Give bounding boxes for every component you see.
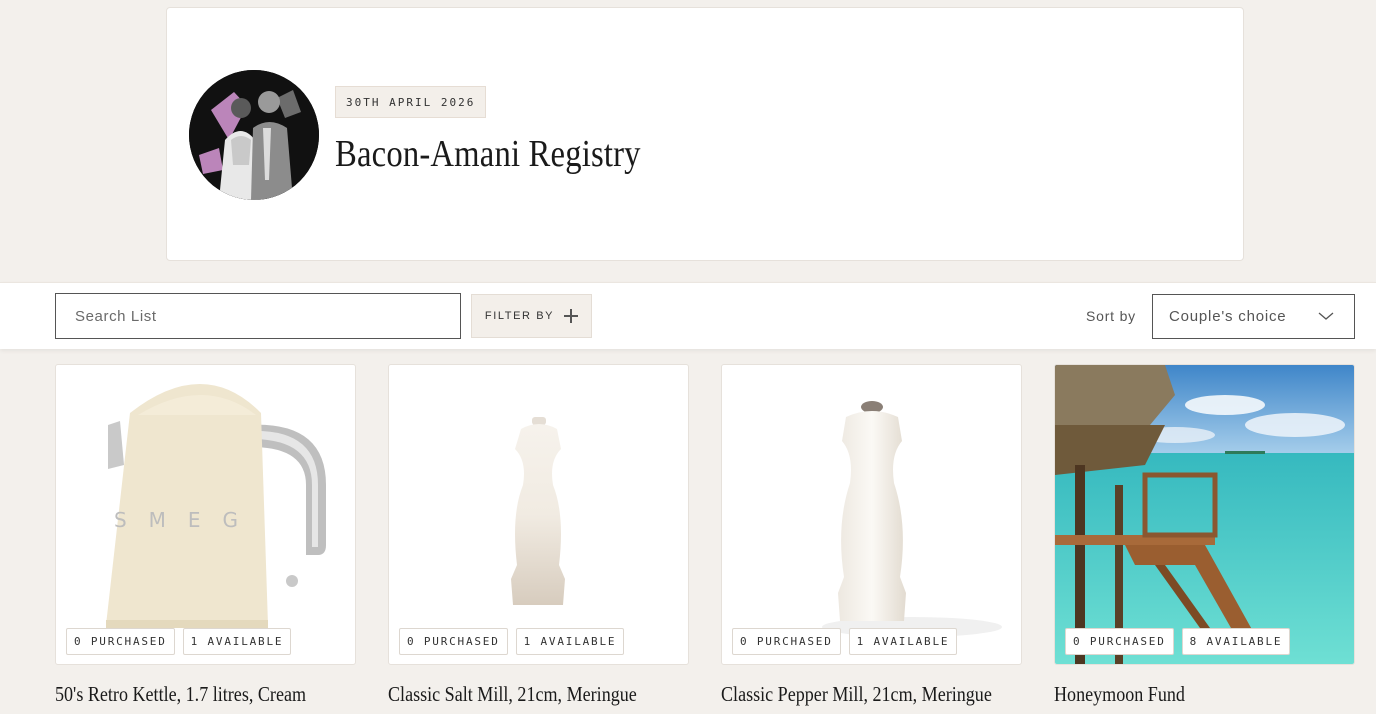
product-image[interactable]: 0 PURCHASED 8 AVAILABLE [1054,364,1355,665]
sort-label: Sort by [1086,308,1136,324]
product-name[interactable]: Classic Salt Mill, 21cm, Meringue [388,682,647,707]
purchased-badge: 0 PURCHASED [1065,628,1174,655]
product-badges: 0 PURCHASED 1 AVAILABLE [399,628,625,655]
plus-icon [564,309,579,323]
available-badge: 8 AVAILABLE [1181,628,1291,655]
couple-avatar [189,70,319,200]
product-name[interactable]: Classic Pepper Mill, 21cm, Meringue [721,682,992,707]
filter-label: FILTER BY [484,310,555,322]
sort-select[interactable]: Couple's choice [1152,294,1355,339]
registry-toolbar: FILTER BY Sort by Couple's choice [0,282,1376,349]
registry-header: 30TH APRIL 2026 Bacon-Amani Registry [166,7,1244,261]
purchased-badge: 0 PURCHASED [399,628,508,655]
product-image[interactable]: 0 PURCHASED 1 AVAILABLE [721,364,1022,665]
product-name[interactable]: 50's Retro Kettle, 1.7 litres, Cream [55,682,314,707]
product-image[interactable]: 0 PURCHASED 1 AVAILABLE [388,364,689,665]
svg-text:SMEG: SMEG [114,508,260,532]
product-name[interactable]: Honeymoon Fund [1054,682,1313,707]
product-badges: 0 PURCHASED 1 AVAILABLE [66,628,292,655]
available-badge: 1 AVAILABLE [515,628,625,655]
event-date-badge: 30TH APRIL 2026 [335,86,487,118]
page-title: Bacon-Amani Registry [335,133,641,175]
product-badges: 0 PURCHASED 1 AVAILABLE [732,628,958,655]
filter-button[interactable]: FILTER BY [471,294,592,338]
search-input[interactable] [55,293,461,339]
product-card[interactable]: 0 PURCHASED 1 AVAILABLE Classic Salt Mil… [388,364,689,707]
product-card[interactable]: 0 PURCHASED 8 AVAILABLE Honeymoon Fund [1054,364,1355,707]
chevron-down-icon [1318,312,1334,320]
purchased-badge: 0 PURCHASED [66,628,175,655]
available-badge: 1 AVAILABLE [182,628,292,655]
product-card[interactable]: SMEG 0 PURCHASED 1 AVAILABLE 50's Retro … [55,364,356,707]
purchased-badge: 0 PURCHASED [732,628,841,655]
available-badge: 1 AVAILABLE [848,628,958,655]
sort-value: Couple's choice [1169,308,1287,325]
product-card[interactable]: 0 PURCHASED 1 AVAILABLE Classic Pepper M… [721,364,1022,707]
product-image[interactable]: SMEG 0 PURCHASED 1 AVAILABLE [55,364,356,665]
product-badges: 0 PURCHASED 8 AVAILABLE [1065,628,1291,655]
